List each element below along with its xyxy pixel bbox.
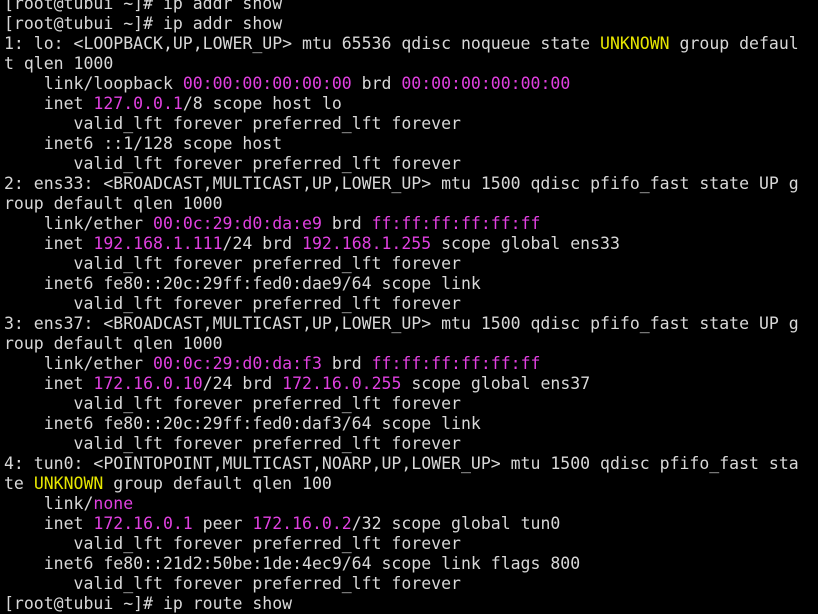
- terminal-line: 3: ens37: <BROADCAST,MULTICAST,UP,LOWER_…: [4, 314, 816, 334]
- terminal-text: brd: [321, 214, 372, 233]
- shell-prompt-line: [root@tubui ~]# ip addr show: [4, 0, 816, 14]
- terminal-line: inet 127.0.0.1/8 scope host lo: [4, 94, 816, 114]
- terminal-line: t qlen 1000: [4, 54, 816, 74]
- highlighted-address: ff:ff:ff:ff:ff:ff: [371, 214, 541, 233]
- terminal-text: /24 brd: [222, 234, 303, 253]
- highlighted-address: 172.16.0.1: [93, 514, 193, 533]
- highlighted-state: UNKNOWN: [600, 34, 670, 53]
- terminal-text: group default qlen 100: [103, 474, 332, 493]
- terminal-line: inet 172.16.0.1 peer 172.16.0.2/32 scope…: [4, 514, 816, 534]
- terminal-line: link/loopback 00:00:00:00:00:00 brd 00:0…: [4, 74, 816, 94]
- terminal-text: inet6 fe80::20c:29ff:fed0:dae9/64 scope …: [4, 274, 481, 293]
- terminal-text: inet: [4, 514, 94, 533]
- terminal-line: roup default qlen 1000: [4, 194, 816, 214]
- terminal-text: group defaul: [669, 34, 799, 53]
- terminal-line: inet 192.168.1.111/24 brd 192.168.1.255 …: [4, 234, 816, 254]
- highlighted-address: 172.16.0.10: [93, 374, 203, 393]
- terminal-text: inet: [4, 94, 94, 113]
- terminal-text: /32 scope global tun0: [351, 514, 561, 533]
- terminal-text: inet: [4, 234, 94, 253]
- terminal-line: valid_lft forever preferred_lft forever: [4, 254, 816, 274]
- terminal-text: scope global ens33: [431, 234, 620, 253]
- terminal-text: roup default qlen 1000: [4, 334, 223, 353]
- terminal-text: valid_lft forever preferred_lft forever: [4, 434, 461, 453]
- highlighted-address: 127.0.0.1: [93, 94, 183, 113]
- highlighted-address: 172.16.0.2: [252, 514, 352, 533]
- terminal-text: link/: [4, 494, 94, 513]
- terminal-line: link/none: [4, 494, 816, 514]
- terminal-text: peer: [192, 514, 253, 533]
- terminal-line: te UNKNOWN group default qlen 100: [4, 474, 816, 494]
- terminal-text: [root@tubui ~]# ip route show: [4, 594, 293, 613]
- terminal-line: inet6 ::1/128 scope host: [4, 134, 816, 154]
- terminal-text: inet: [4, 374, 94, 393]
- terminal-line: valid_lft forever preferred_lft forever: [4, 574, 816, 594]
- terminal-text: valid_lft forever preferred_lft forever: [4, 154, 461, 173]
- terminal-line: inet6 fe80::21d2:50be:1de:4ec9/64 scope …: [4, 554, 816, 574]
- terminal-text: inet6 fe80::21d2:50be:1de:4ec9/64 scope …: [4, 554, 581, 573]
- terminal-line: valid_lft forever preferred_lft forever: [4, 294, 816, 314]
- terminal-line: link/ether 00:0c:29:d0:da:f3 brd ff:ff:f…: [4, 354, 816, 374]
- terminal-text: roup default qlen 1000: [4, 194, 223, 213]
- terminal-text: valid_lft forever preferred_lft forever: [4, 294, 461, 313]
- terminal-text: valid_lft forever preferred_lft forever: [4, 574, 461, 593]
- terminal-text: brd: [321, 354, 372, 373]
- terminal-line: inet6 fe80::20c:29ff:fed0:dae9/64 scope …: [4, 274, 816, 294]
- terminal-text: t qlen 1000: [4, 54, 114, 73]
- shell-prompt-line: [root@tubui ~]# ip route show: [4, 594, 816, 614]
- terminal-line: link/ether 00:0c:29:d0:da:e9 brd ff:ff:f…: [4, 214, 816, 234]
- terminal-output[interactable]: [root@tubui ~]# ip addr show [root@tubui …: [4, 0, 816, 614]
- terminal-text: /24 brd: [202, 374, 283, 393]
- terminal-text: /8 scope host lo: [182, 94, 342, 113]
- terminal-text: scope global ens37: [401, 374, 591, 393]
- terminal-text: [root@tubui ~]# ip addr show: [4, 14, 283, 33]
- terminal-text: inet6 ::1/128 scope host: [4, 134, 283, 153]
- terminal-text: 2: ens33: <BROADCAST,MULTICAST,UP,LOWER_…: [4, 174, 799, 193]
- highlighted-address: none: [93, 494, 134, 513]
- terminal-text: valid_lft forever preferred_lft forever: [4, 534, 461, 553]
- terminal-text: link/ether: [4, 354, 154, 373]
- terminal-text: link/loopback: [4, 74, 183, 93]
- terminal-line: valid_lft forever preferred_lft forever: [4, 434, 816, 454]
- terminal-text: 3: ens37: <BROADCAST,MULTICAST,UP,LOWER_…: [4, 314, 799, 333]
- terminal-line: valid_lft forever preferred_lft forever: [4, 114, 816, 134]
- highlighted-address: 00:00:00:00:00:00: [182, 74, 352, 93]
- terminal-line: valid_lft forever preferred_lft forever: [4, 154, 816, 174]
- terminal-text: valid_lft forever preferred_lft forever: [4, 394, 461, 413]
- highlighted-state: UNKNOWN: [33, 474, 104, 493]
- highlighted-address: 00:0c:29:d0:da:e9: [153, 214, 322, 233]
- highlighted-address: 00:00:00:00:00:00: [401, 74, 571, 93]
- terminal-line: inet6 fe80::20c:29ff:fed0:daf3/64 scope …: [4, 414, 816, 434]
- highlighted-address: 00:0c:29:d0:da:f3: [153, 354, 322, 373]
- terminal-line: inet 172.16.0.10/24 brd 172.16.0.255 sco…: [4, 374, 816, 394]
- terminal-line: 2: ens33: <BROADCAST,MULTICAST,UP,LOWER_…: [4, 174, 816, 194]
- highlighted-address: 192.168.1.111: [93, 234, 223, 253]
- terminal-line: 4: tun0: <POINTOPOINT,MULTICAST,NOARP,UP…: [4, 454, 816, 474]
- terminal-text: valid_lft forever preferred_lft forever: [4, 254, 461, 273]
- terminal-text: valid_lft forever preferred_lft forever: [4, 114, 461, 133]
- terminal-line: roup default qlen 1000: [4, 334, 816, 354]
- terminal-line: valid_lft forever preferred_lft forever: [4, 394, 816, 414]
- terminal-text: te: [4, 474, 34, 493]
- terminal-line: 1: lo: <LOOPBACK,UP,LOWER_UP> mtu 65536 …: [4, 34, 816, 54]
- terminal-text: inet6 fe80::20c:29ff:fed0:daf3/64 scope …: [4, 414, 481, 433]
- terminal-text: [root@tubui ~]# ip addr show: [4, 0, 283, 13]
- terminal-text: 4: tun0: <POINTOPOINT,MULTICAST,NOARP,UP…: [4, 454, 799, 473]
- terminal-text: 1: lo: <LOOPBACK,UP,LOWER_UP> mtu 65536 …: [4, 34, 601, 53]
- terminal-line: [root@tubui ~]# ip addr show: [4, 14, 816, 34]
- highlighted-address: 172.16.0.255: [282, 374, 402, 393]
- terminal-text: brd: [351, 74, 402, 93]
- highlighted-address: ff:ff:ff:ff:ff:ff: [371, 354, 541, 373]
- terminal-line: valid_lft forever preferred_lft forever: [4, 534, 816, 554]
- terminal-text: link/ether: [4, 214, 154, 233]
- highlighted-address: 192.168.1.255: [302, 234, 432, 253]
